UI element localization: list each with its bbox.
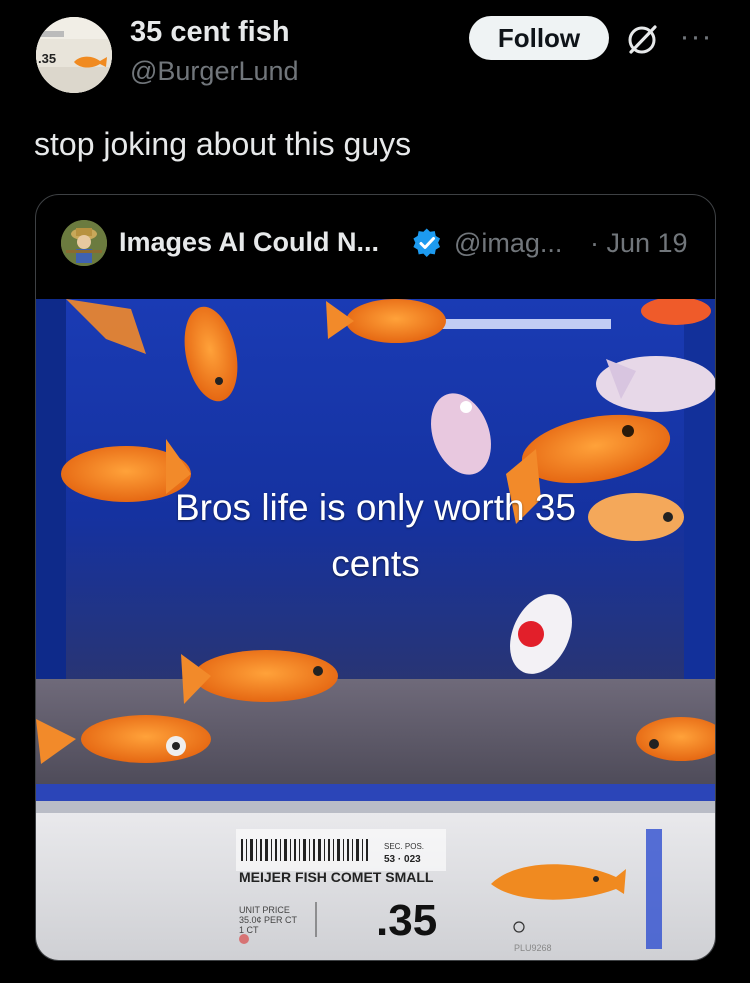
quoted-author-handle[interactable]: @imag... [454,228,562,259]
grok-icon[interactable] [622,20,662,60]
quoted-post-date[interactable]: · Jun 19 [590,228,688,259]
more-options-icon[interactable]: ··· [676,20,716,53]
svg-text:.35: .35 [376,896,437,945]
svg-text:MEIJER FISH COMET SMALL: MEIJER FISH COMET SMALL [239,869,434,885]
svg-text:.35: .35 [38,51,56,66]
svg-text:1 CT: 1 CT [239,925,259,935]
author-handle[interactable]: @BurgerLund [130,56,299,87]
svg-text:53 · 023: 53 · 023 [384,854,421,865]
post-text: stop joking about this guys [34,126,412,162]
follow-button[interactable]: Follow [469,16,609,60]
quoted-post-card[interactable]: Images AI Could N... @imag... · Jun 19 S… [35,194,716,961]
white-fish-1 [596,356,715,412]
image-caption-line-1: Bros life is only worth 35 [174,487,576,528]
image-caption-line-2: cents [331,543,420,584]
avatar-image: .35 [36,17,112,93]
author-avatar[interactable]: .35 [36,17,112,93]
svg-text:PLU9268: PLU9268 [514,943,552,953]
verified-badge-icon [412,228,442,258]
svg-text:UNIT PRICE: UNIT PRICE [239,905,290,915]
quoted-author-name[interactable]: Images AI Could N... [119,227,379,258]
author-name[interactable]: 35 cent fish [130,16,290,49]
svg-text:35.0¢ PER CT: 35.0¢ PER CT [239,915,298,925]
fish-tank-image[interactable]: SEC. POS. 53 · 023 MEIJER FISH COMET SMA… [36,299,715,960]
quoted-author-avatar[interactable] [61,220,107,266]
svg-text:SEC. POS.: SEC. POS. [384,842,424,851]
